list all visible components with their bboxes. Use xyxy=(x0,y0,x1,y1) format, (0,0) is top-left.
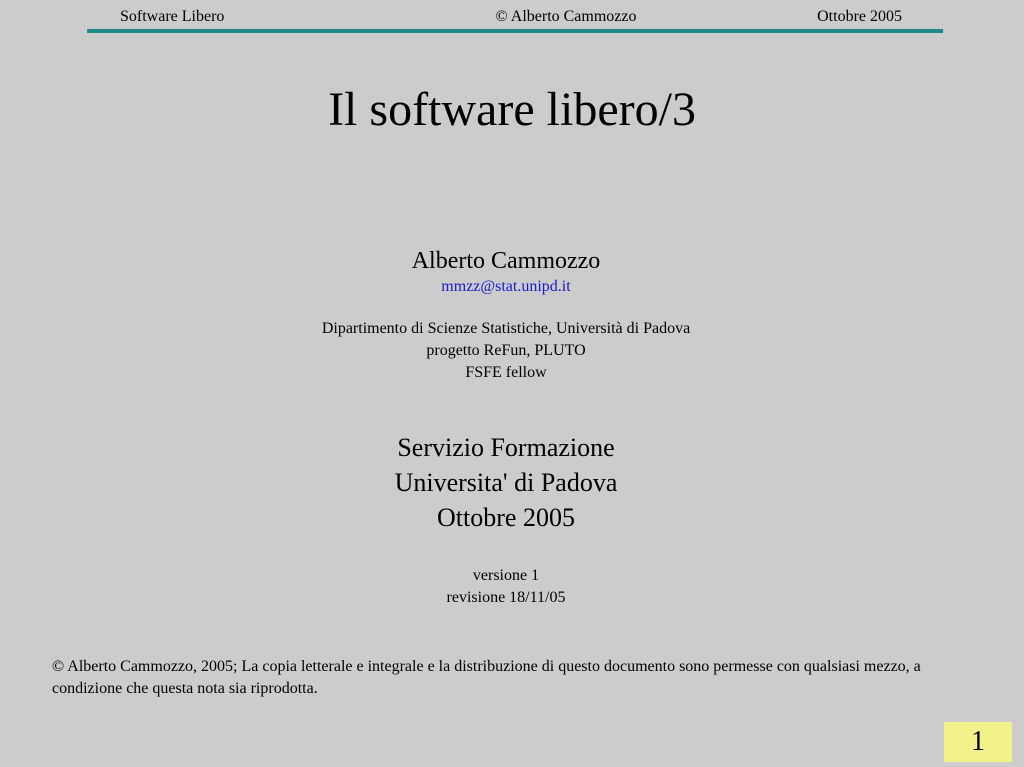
affiliation-line: FSFE fellow xyxy=(465,364,547,381)
event-line: Ottobre 2005 xyxy=(437,503,575,532)
affiliation-line: progetto ReFun, PLUTO xyxy=(426,342,586,359)
header-right-text: Ottobre 2005 xyxy=(817,8,902,25)
version-block: versione 1 revisione 18/11/05 xyxy=(0,565,1012,609)
version-line: versione 1 xyxy=(472,567,540,584)
affiliation-line: Dipartimento di Scienze Statistiche, Uni… xyxy=(321,320,691,337)
author-name: Alberto Cammozzo xyxy=(411,248,601,274)
page-number-badge: 1 xyxy=(944,722,1012,762)
event-line: Servizio Formazione xyxy=(397,433,615,462)
slide-title: Il software libero/3 xyxy=(328,83,696,136)
author-block: Alberto Cammozzo mmzz@stat.unipd.it Dipa… xyxy=(0,246,1012,384)
slide-header: Software Libero © Alberto Cammozzo Ottob… xyxy=(88,6,942,28)
header-divider xyxy=(87,29,943,33)
event-line: Universita' di Padova xyxy=(394,468,618,497)
slide: Software Libero © Alberto Cammozzo Ottob… xyxy=(0,0,1024,767)
author-email-link[interactable]: mmzz@stat.unipd.it xyxy=(441,278,570,295)
revision-line: revisione 18/11/05 xyxy=(446,589,566,606)
affiliations: Dipartimento di Scienze Statistiche, Uni… xyxy=(0,318,1012,384)
copyright-notice: © Alberto Cammozzo, 2005; La copia lette… xyxy=(52,658,921,697)
event-block: Servizio Formazione Universita' di Padov… xyxy=(0,430,1012,535)
